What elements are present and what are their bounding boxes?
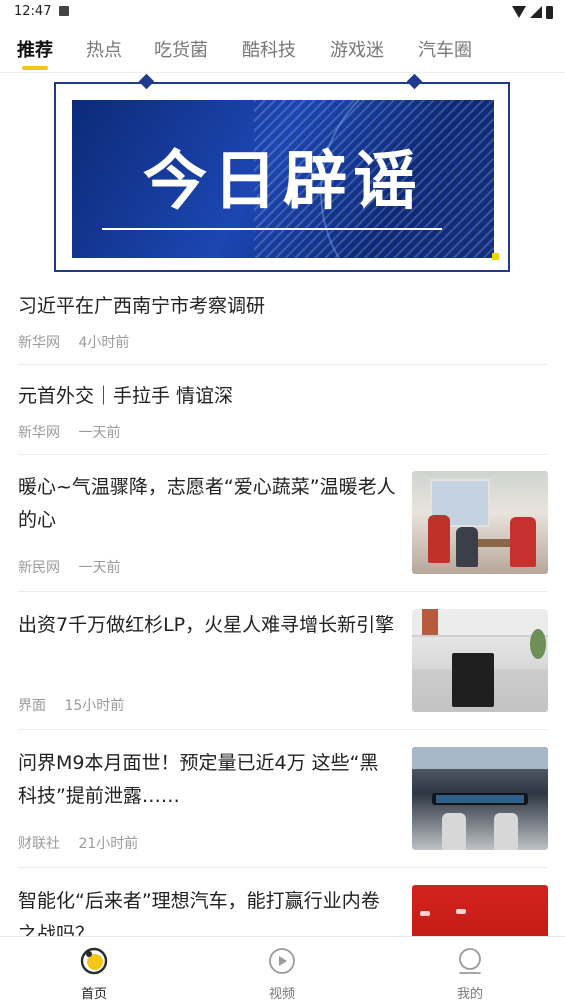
nav-home-label: 首页 — [80, 987, 107, 1002]
tab-hot[interactable]: 热点 — [86, 36, 122, 62]
news-source: 新华网 — [18, 335, 60, 351]
tab-games[interactable]: 游戏迷 — [330, 36, 384, 62]
news-time: 15小时前 — [64, 698, 125, 714]
news-meta: 新华网 4小时前 — [18, 332, 129, 352]
rumor-banner[interactable]: 今日辟谣 — [54, 73, 510, 272]
banner-image: 今日辟谣 — [72, 100, 494, 258]
status-time: 12:47 — [14, 4, 52, 19]
news-item[interactable]: 智能化“后来者”理想汽车，能打赢行业内卷之战吗？ — [18, 885, 548, 936]
news-time: 21小时前 — [78, 836, 139, 852]
banner-underline — [102, 228, 442, 230]
news-item[interactable]: 出资7千万做红杉LP，火星人难寻增长新引擎 界面 15小时前 — [18, 609, 548, 730]
news-title: 元首外交｜手拉手 情谊深 — [18, 385, 234, 407]
news-thumbnail — [412, 471, 548, 574]
news-source: 新民网 — [18, 560, 60, 576]
signal-icon — [530, 6, 542, 18]
battery-icon — [546, 5, 553, 19]
nav-video[interactable]: 视频 — [222, 937, 342, 1005]
profile-icon — [459, 948, 481, 974]
news-thumbnail — [412, 609, 548, 712]
news-title: 习近平在广西南宁市考察调研 — [18, 295, 266, 317]
nav-profile[interactable]: 我的 — [410, 937, 530, 1005]
wifi-icon — [512, 6, 526, 18]
news-title: 问界M9本月面世！预定量已近4万 这些“黑科技”提前泄露…… — [18, 752, 379, 807]
nav-home[interactable]: 首页 — [34, 937, 154, 1005]
news-meta: 界面 15小时前 — [18, 695, 124, 715]
news-meta: 财联社 21小时前 — [18, 833, 138, 853]
status-icons — [512, 4, 553, 20]
bottom-navigation: 首页 视频 我的 — [0, 936, 565, 1005]
news-time: 4小时前 — [78, 335, 130, 351]
news-meta: 新民网 一天前 — [18, 557, 120, 577]
tab-recommend[interactable]: 推荐 — [17, 36, 53, 62]
news-source: 界面 — [18, 698, 46, 714]
news-source: 新华网 — [18, 425, 60, 441]
news-source: 财联社 — [18, 836, 60, 852]
news-time: 一天前 — [78, 560, 121, 576]
tab-tech[interactable]: 酷科技 — [242, 36, 296, 62]
news-item[interactable]: 问界M9本月面世！预定量已近4万 这些“黑科技”提前泄露…… 财联社 21小时前 — [18, 747, 548, 868]
active-tab-indicator — [22, 66, 48, 70]
play-icon — [269, 948, 295, 974]
home-icon — [80, 947, 108, 975]
notification-icon — [59, 6, 69, 16]
news-thumbnail — [412, 885, 548, 936]
tab-auto[interactable]: 汽车圈 — [418, 36, 472, 62]
news-thumbnail — [412, 747, 548, 850]
news-time: 一天前 — [78, 425, 121, 441]
status-bar: 12:47 — [0, 0, 565, 24]
news-title: 暖心~气温骤降，志愿者“爱心蔬菜”温暖老人的心 — [18, 476, 396, 531]
news-meta: 新华网 一天前 — [18, 422, 120, 442]
nav-video-label: 视频 — [268, 987, 295, 1002]
banner-title: 今日辟谣 — [143, 145, 423, 219]
category-tabs: 推荐 热点 吃货菌 酷科技 游戏迷 汽车圈 — [0, 24, 565, 73]
news-item[interactable]: 暖心~气温骤降，志愿者“爱心蔬菜”温暖老人的心 新民网 一天前 — [18, 471, 548, 592]
news-title: 智能化“后来者”理想汽车，能打赢行业内卷之战吗？ — [18, 890, 380, 936]
nav-profile-label: 我的 — [456, 987, 483, 1002]
news-item[interactable]: 元首外交｜手拉手 情谊深 新华网 一天前 — [18, 380, 548, 455]
news-item[interactable]: 习近平在广西南宁市考察调研 新华网 4小时前 — [18, 290, 548, 365]
banner-dot — [492, 253, 499, 260]
tab-food[interactable]: 吃货菌 — [154, 36, 208, 62]
news-title: 出资7千万做红杉LP，火星人难寻增长新引擎 — [18, 614, 395, 636]
